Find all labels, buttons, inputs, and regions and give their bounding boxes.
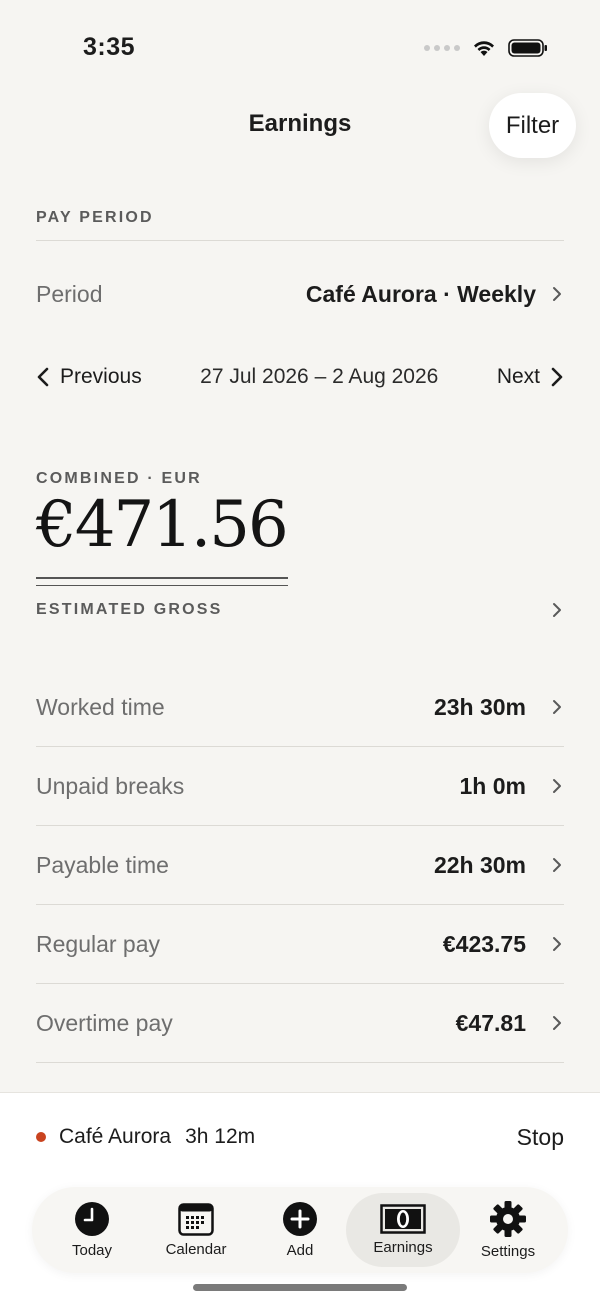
previous-label: Previous	[60, 365, 142, 388]
stat-label: Payable time	[36, 851, 169, 878]
previous-period-button[interactable]: Previous	[36, 365, 142, 389]
period-selector[interactable]: Period Café Aurora · Weekly	[36, 270, 564, 318]
status-icons	[424, 38, 548, 58]
banknote-icon	[380, 1204, 426, 1234]
chevron-left-icon	[37, 367, 49, 387]
recording-indicator	[36, 1132, 46, 1142]
stat-value: €47.81	[455, 1009, 526, 1036]
plus-circle-icon	[283, 1202, 317, 1236]
chevron-right-icon	[553, 858, 561, 872]
wifi-icon	[474, 41, 494, 56]
pay-period-label: PAY PERIOD	[36, 209, 154, 226]
bottom-panel: Café Aurora 3h 12m Stop Today Calendar A…	[0, 1092, 600, 1304]
status-time: 3:35	[83, 33, 136, 61]
stat-label: Unpaid breaks	[36, 772, 185, 799]
chevron-right-icon	[553, 937, 561, 951]
stat-value: €423.75	[442, 930, 526, 957]
tab-label: Earnings	[373, 1239, 433, 1256]
clock-icon	[75, 1202, 109, 1236]
tab-settings[interactable]: Settings	[468, 1187, 548, 1273]
tab-label: Calendar	[165, 1241, 227, 1258]
active-shift-name: Café Aurora	[59, 1125, 172, 1148]
calendar-icon	[178, 1203, 214, 1236]
filter-button[interactable]: Filter	[489, 93, 576, 158]
period-value: Café Aurora · Weekly	[305, 280, 536, 307]
period-navigation: Previous 27 Jul 2026 – 2 Aug 2026 Next	[36, 355, 564, 399]
stat-value: 1h 0m	[459, 772, 526, 799]
date-range: 27 Jul 2026 – 2 Aug 2026	[200, 365, 439, 388]
stat-label: Worked time	[36, 693, 165, 720]
gear-icon	[490, 1201, 526, 1237]
tab-today[interactable]: Today	[52, 1187, 132, 1273]
tab-bar: Today Calendar Add Earnings Settings	[32, 1187, 568, 1273]
amount-underline	[36, 585, 288, 586]
stat-row-unpaid-breaks[interactable]: Unpaid breaks 1h 0m	[36, 747, 564, 826]
stat-row-regular-pay[interactable]: Regular pay €423.75	[36, 905, 564, 984]
tab-label: Add	[286, 1242, 314, 1259]
next-period-button[interactable]: Next	[497, 365, 564, 389]
signal-icon	[424, 45, 460, 51]
stat-label: Regular pay	[36, 930, 161, 957]
period-label: Period	[36, 280, 103, 307]
stat-row-payable-time[interactable]: Payable time 22h 30m	[36, 826, 564, 905]
chevron-right-icon	[551, 367, 563, 387]
divider	[36, 240, 564, 241]
combined-currency-label: COMBINED · EUR	[36, 470, 202, 487]
stat-row-worked-time[interactable]: Worked time 23h 30m	[36, 668, 564, 747]
tab-label: Settings	[480, 1243, 536, 1260]
chevron-right-icon	[553, 603, 561, 617]
chevron-right-icon	[553, 1016, 561, 1030]
active-shift-duration: 3h 12m	[185, 1125, 256, 1148]
status-bar: 3:35	[0, 0, 600, 96]
home-indicator	[193, 1284, 407, 1291]
stat-value: 22h 30m	[433, 851, 526, 878]
active-shift-bar[interactable]: Café Aurora 3h 12m Stop	[36, 1121, 564, 1153]
stat-label: Overtime pay	[36, 1009, 173, 1036]
chevron-right-icon	[553, 287, 561, 301]
battery-icon	[508, 39, 547, 57]
earnings-breakdown: Worked time 23h 30m Unpaid breaks 1h 0m …	[36, 668, 564, 1063]
stat-value: 23h 30m	[433, 693, 526, 720]
tab-add[interactable]: Add	[262, 1187, 338, 1273]
next-label: Next	[496, 365, 540, 388]
tab-earnings[interactable]: Earnings	[346, 1187, 460, 1273]
tab-label: Today	[71, 1242, 113, 1259]
total-amount: €471.56	[36, 488, 289, 562]
estimated-gross-label: ESTIMATED GROSS	[36, 601, 223, 618]
chevron-right-icon	[553, 779, 561, 793]
estimated-gross-row[interactable]: ESTIMATED GROSS	[36, 596, 564, 624]
chevron-right-icon	[553, 700, 561, 714]
tab-calendar[interactable]: Calendar	[150, 1187, 242, 1273]
stat-row-overtime-pay[interactable]: Overtime pay €47.81	[36, 984, 564, 1063]
stop-button[interactable]: Stop	[517, 1124, 564, 1151]
amount-underline	[36, 577, 288, 579]
